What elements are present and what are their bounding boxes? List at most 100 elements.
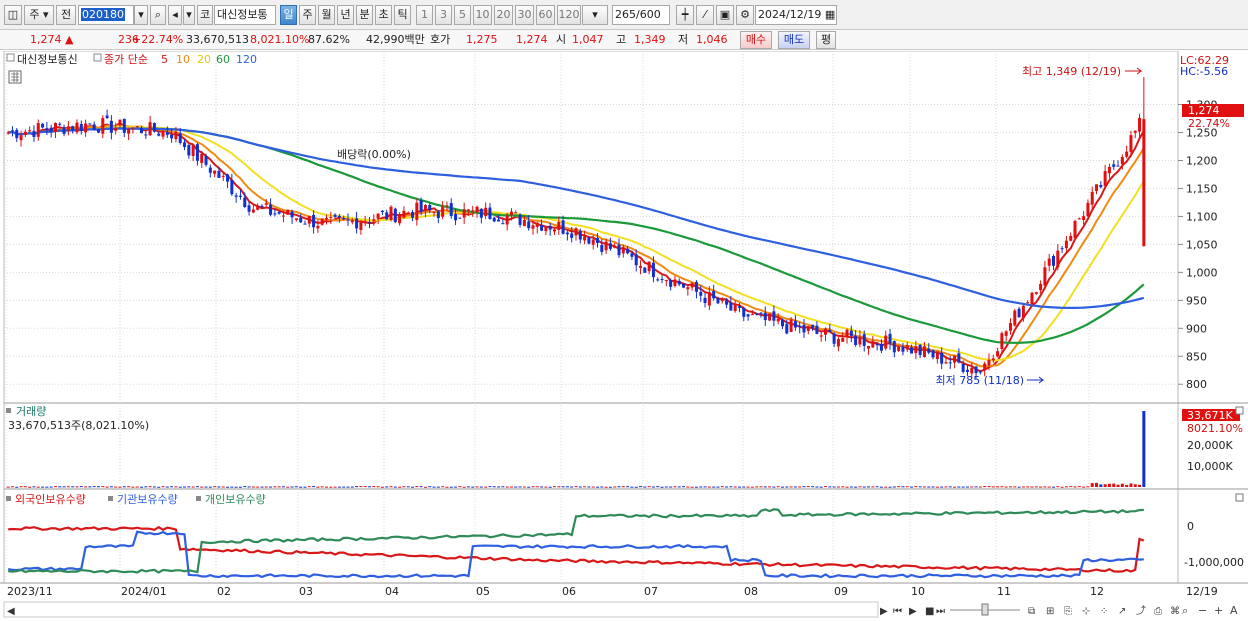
buy-button[interactable]: 매수 bbox=[740, 31, 772, 49]
volume-bar bbox=[10, 486, 14, 488]
scroll-bar[interactable]: ◀ ▶ ⏮ ▶ ■ ⏭ ⧉ ⊞ ⎘ ⊹ ⁘ ↗ ⤴ ⎙ ⌘ ⌕ − + A bbox=[3, 601, 1238, 618]
zoom-out-icon[interactable]: − bbox=[1198, 604, 1207, 617]
volume-bar bbox=[58, 486, 62, 488]
stock-label: 대신정보통신 bbox=[17, 53, 78, 66]
candle-body bbox=[28, 130, 32, 132]
volume-bar bbox=[746, 486, 750, 488]
interval-10[interactable]: 10 bbox=[473, 5, 492, 25]
stop-icon[interactable]: ■ bbox=[925, 606, 934, 617]
copy-icon[interactable]: ⎘ bbox=[1064, 606, 1072, 617]
holdings-close-icon[interactable] bbox=[1235, 493, 1244, 502]
print-icon[interactable]: ⎙ bbox=[1154, 606, 1162, 617]
interval-3[interactable]: 3 bbox=[435, 5, 452, 25]
sell-button[interactable]: 매도 bbox=[778, 31, 810, 49]
volume-bar bbox=[725, 486, 729, 488]
candle-body bbox=[84, 123, 88, 133]
draw-line-icon[interactable]: ↗ bbox=[1118, 606, 1126, 617]
candle-body bbox=[806, 327, 810, 331]
candle-body bbox=[393, 208, 397, 223]
crosshair-icon[interactable]: ⊹ bbox=[1082, 606, 1090, 617]
candle-style-icon[interactable]: ┿ bbox=[676, 5, 694, 25]
volume-value: 33,670,513 bbox=[186, 33, 249, 46]
line-style-icon[interactable]: ⁄ bbox=[696, 5, 714, 25]
marker-icon[interactable]: ⁘ bbox=[1100, 606, 1108, 617]
prev-button[interactable]: 전 bbox=[56, 5, 76, 25]
volume-bar bbox=[518, 486, 522, 488]
panel-icon[interactable]: ⧉ bbox=[1028, 606, 1035, 617]
interval-custom-select[interactable]: ▾ bbox=[582, 5, 608, 25]
zoom-in-icon[interactable]: + bbox=[1214, 604, 1223, 617]
gear-icon[interactable]: ⚙ bbox=[736, 5, 754, 25]
candle-body bbox=[148, 122, 152, 136]
sound-dropdown-icon[interactable]: ▾ bbox=[183, 5, 195, 25]
volume-bar bbox=[320, 486, 324, 488]
save-icon[interactable]: ▣ bbox=[716, 5, 734, 25]
font-size-icon[interactable]: A bbox=[1230, 604, 1238, 617]
candle-body bbox=[1073, 220, 1077, 239]
candle-body bbox=[1077, 218, 1081, 220]
period-tab-second[interactable]: 초 bbox=[375, 5, 392, 25]
candle-body bbox=[780, 320, 784, 327]
candle-body bbox=[552, 229, 556, 232]
date-input[interactable]: 2024/12/19 ▦ bbox=[755, 5, 837, 25]
candle-body bbox=[359, 222, 363, 231]
volume-bar bbox=[892, 486, 896, 488]
ma-20-label: 20 bbox=[197, 53, 211, 66]
window-icon[interactable]: ◫ bbox=[4, 5, 22, 25]
volume-bar bbox=[195, 486, 199, 488]
volume-bar bbox=[88, 486, 92, 488]
search-icon[interactable]: ⌕ bbox=[150, 5, 166, 25]
scroll-left-icon[interactable]: ◀ bbox=[7, 606, 15, 617]
candle-body bbox=[690, 283, 694, 288]
period-tab-week[interactable]: 주 bbox=[299, 5, 316, 25]
stock-name-field[interactable]: 대신정보통 bbox=[214, 5, 276, 25]
play-icon[interactable]: ▶ bbox=[909, 606, 917, 617]
candle-body bbox=[36, 123, 40, 137]
market-type-select[interactable]: 주 ▾ bbox=[24, 5, 54, 25]
settings-icon[interactable]: ⌘ bbox=[1170, 606, 1180, 617]
code-dropdown-icon[interactable]: ▾ bbox=[134, 5, 148, 25]
candle-body bbox=[871, 341, 875, 348]
interval-60[interactable]: 60 bbox=[536, 5, 555, 25]
magnifier-icon[interactable]: ⌕ bbox=[1182, 604, 1188, 617]
volume-close-icon[interactable] bbox=[1235, 406, 1244, 415]
price-chart[interactable]: 대신정보통신 종가 단순 5 10 20 60 120 최고 1,349 (12… bbox=[0, 51, 1248, 621]
stock-code-input[interactable]: 020180 bbox=[78, 5, 134, 25]
candle-body bbox=[660, 278, 664, 280]
candle-body bbox=[428, 204, 432, 210]
last-page-icon[interactable]: ⏭ bbox=[936, 606, 945, 617]
volume-bar bbox=[101, 486, 105, 488]
candle-body bbox=[337, 215, 341, 218]
scroll-track[interactable] bbox=[3, 601, 879, 618]
period-tab-year[interactable]: 년 bbox=[337, 5, 354, 25]
candle-body bbox=[355, 218, 359, 229]
period-tab-day[interactable]: 일 bbox=[280, 5, 297, 25]
eval-button[interactable]: 평 bbox=[816, 31, 836, 49]
candle-body bbox=[1004, 331, 1008, 336]
zoom-slider-handle[interactable] bbox=[981, 603, 989, 616]
sound-icon[interactable]: ◂ bbox=[168, 5, 182, 25]
interval-20[interactable]: 20 bbox=[494, 5, 513, 25]
scroll-right-icon[interactable]: ▶ bbox=[880, 606, 888, 617]
period-tab-month[interactable]: 월 bbox=[318, 5, 335, 25]
volume-bar bbox=[165, 486, 169, 488]
candle-body bbox=[974, 366, 978, 374]
interval-30[interactable]: 30 bbox=[515, 5, 534, 25]
volume-bar bbox=[273, 486, 277, 488]
individual-legend: 개인보유수량 bbox=[205, 493, 266, 506]
period-tab-minute[interactable]: 분 bbox=[356, 5, 373, 25]
period-tab-tick[interactable]: 틱 bbox=[394, 5, 411, 25]
volume-bar bbox=[703, 486, 707, 488]
first-page-icon[interactable]: ⏮ bbox=[893, 606, 902, 617]
layout-icon[interactable]: ⊞ bbox=[1046, 606, 1054, 617]
trend-icon[interactable]: ⤴ bbox=[1136, 604, 1146, 617]
volume-bar bbox=[1138, 484, 1142, 487]
candle-body bbox=[363, 221, 367, 223]
count-input[interactable]: 265/600 bbox=[612, 5, 670, 25]
candle-body bbox=[15, 129, 19, 139]
market-prefix-label: 코 bbox=[197, 5, 213, 25]
interval-120[interactable]: 120 bbox=[557, 5, 581, 25]
volume-bar bbox=[561, 486, 565, 488]
interval-5[interactable]: 5 bbox=[454, 5, 471, 25]
interval-1[interactable]: 1 bbox=[416, 5, 433, 25]
